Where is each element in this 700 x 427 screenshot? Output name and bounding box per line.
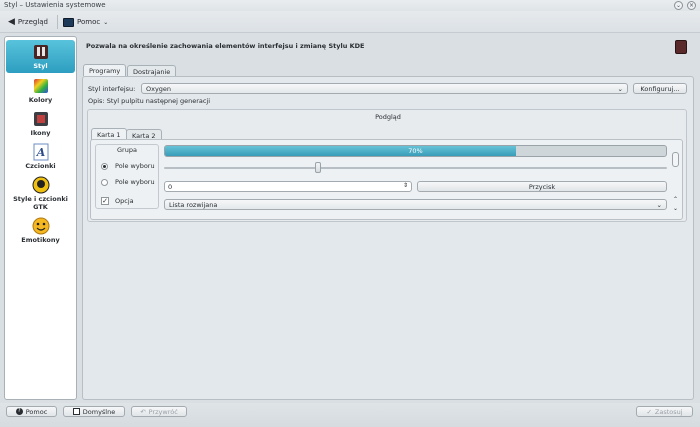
sidebar-item-colors[interactable]: Kolory bbox=[6, 77, 75, 105]
slider-track[interactable] bbox=[164, 167, 667, 169]
gtk-icon bbox=[32, 176, 49, 194]
configure-button[interactable]: Konfiguruj... bbox=[633, 83, 687, 94]
window-title: Styl – Ustawienia systemowe bbox=[4, 1, 106, 9]
chevron-down-icon[interactable]: ⌄ bbox=[674, 1, 683, 10]
radio-label-1: Pole wyboru bbox=[115, 162, 155, 170]
sidebar-item-label: Czcionki bbox=[25, 162, 56, 170]
overview-label: Przegląd bbox=[17, 18, 48, 26]
fonts-icon: A bbox=[33, 143, 48, 161]
radio-label-2: Pole wyboru bbox=[115, 178, 155, 186]
toolbar: ◀ Przegląd Pomoc ⌄ bbox=[0, 11, 700, 33]
emoticons-icon bbox=[32, 217, 49, 235]
sidebar-item-label: Style i czcionki GTK bbox=[13, 195, 68, 211]
scroll-up-icon[interactable]: ⌃ bbox=[671, 196, 680, 203]
reset-button-label: Przywróć bbox=[148, 407, 178, 416]
module-description: Pozwala na określenie zachowania element… bbox=[86, 42, 365, 50]
sidebar-item-label: Kolory bbox=[28, 96, 53, 104]
sidebar: Styl Kolory Ikony A Czcionki Style i czc… bbox=[4, 36, 77, 400]
spin-arrows-icon[interactable]: ⇕ bbox=[403, 182, 408, 189]
document-icon bbox=[72, 408, 80, 415]
chevron-down-icon: ⌄ bbox=[617, 84, 623, 93]
sidebar-item-label: Emotikony bbox=[21, 236, 60, 244]
arrow-left-icon: ◀ bbox=[8, 17, 15, 27]
tab-programs[interactable]: Programy bbox=[83, 64, 127, 76]
chevron-down-icon: ⌄ bbox=[103, 18, 109, 26]
bottom-bar: ? Pomoc Domyślne ↶ Przywróć ✓ Zastosuj bbox=[0, 403, 700, 427]
sidebar-item-gtk[interactable]: Style i czcionki GTK bbox=[6, 176, 75, 212]
slider-handle[interactable] bbox=[315, 162, 321, 173]
widget-style-combo[interactable]: Oxygen ⌄ bbox=[141, 83, 628, 94]
check-icon: ✓ bbox=[646, 407, 652, 416]
colors-icon bbox=[33, 79, 48, 93]
style-icon bbox=[33, 45, 48, 59]
spin-value: 0 bbox=[168, 183, 173, 191]
reset-button[interactable]: ↶ Przywróć bbox=[131, 406, 187, 417]
option-checkbox[interactable]: ✓ bbox=[101, 197, 109, 205]
help-button-label: Pomoc bbox=[25, 407, 48, 416]
sidebar-item-fonts[interactable]: A Czcionki bbox=[6, 143, 75, 171]
spin-box[interactable]: 0 ⇕ bbox=[164, 181, 412, 192]
help-menu-button[interactable]: Pomoc ⌄ bbox=[63, 15, 108, 29]
radio-button[interactable] bbox=[101, 179, 108, 186]
help-monitor-icon bbox=[63, 17, 74, 27]
radio-button-checked[interactable] bbox=[101, 163, 108, 170]
apply-button-label: Zastosuj bbox=[654, 407, 683, 416]
undo-icon: ↶ bbox=[140, 407, 146, 416]
checkbox-label: Opcja bbox=[115, 197, 134, 205]
title-bar: Styl – Ustawienia systemowe ⌄ × bbox=[0, 0, 700, 11]
sidebar-item-emoticons[interactable]: Emotikony bbox=[6, 217, 75, 245]
widget-style-value: Oxygen bbox=[146, 84, 172, 93]
defaults-button-label: Domyślne bbox=[82, 407, 116, 416]
svg-text:A: A bbox=[35, 146, 45, 159]
help-icon: ? bbox=[15, 408, 23, 415]
close-icon[interactable]: × bbox=[687, 1, 696, 10]
sidebar-item-style[interactable]: Styl bbox=[6, 40, 75, 73]
preview-title: Podgląd bbox=[375, 113, 401, 121]
progress-bar: 70% bbox=[164, 145, 667, 157]
help-button[interactable]: ? Pomoc bbox=[6, 406, 57, 417]
overview-button[interactable]: ◀ Przegląd bbox=[8, 15, 48, 29]
dropdown-list[interactable]: Lista rozwijana ⌄ bbox=[164, 199, 667, 210]
scrollbar-handle[interactable] bbox=[672, 152, 679, 167]
sidebar-item-label: Styl bbox=[33, 62, 48, 70]
sidebar-item-label: Ikony bbox=[30, 129, 51, 137]
style-module-icon bbox=[675, 40, 687, 54]
push-button[interactable]: Przycisk bbox=[417, 181, 667, 192]
style-description: Opis: Styl pulpitu następnej generacji bbox=[88, 97, 211, 105]
toolbar-divider bbox=[57, 15, 58, 29]
preview-scrollbar[interactable]: ⌃ ⌄ bbox=[671, 152, 680, 216]
defaults-button[interactable]: Domyślne bbox=[63, 406, 125, 417]
chevron-down-icon: ⌄ bbox=[656, 200, 662, 209]
sidebar-item-icons[interactable]: Ikony bbox=[6, 110, 75, 138]
dropdown-value: Lista rozwijana bbox=[169, 200, 218, 209]
widget-style-label: Styl interfejsu: bbox=[88, 85, 136, 93]
group-label: Grupa bbox=[117, 146, 137, 154]
apply-button[interactable]: ✓ Zastosuj bbox=[636, 406, 693, 417]
icons-icon bbox=[33, 112, 48, 126]
progress-text: 70% bbox=[408, 147, 423, 155]
scroll-down-icon[interactable]: ⌄ bbox=[671, 205, 680, 212]
help-label: Pomoc bbox=[77, 18, 101, 26]
